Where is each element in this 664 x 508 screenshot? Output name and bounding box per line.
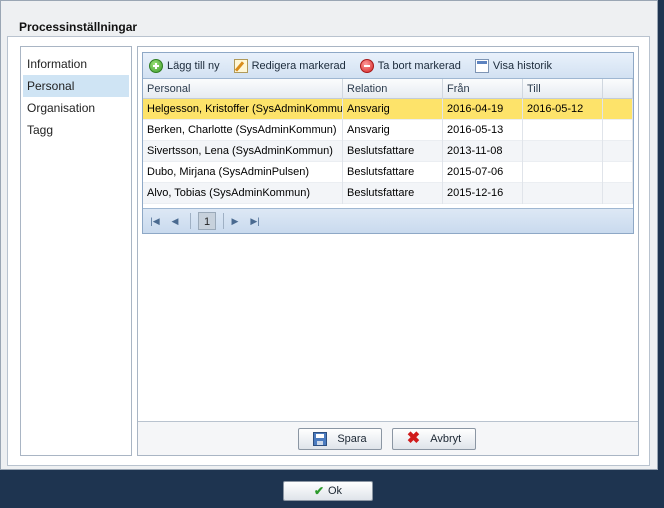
table-header: Personal Relation Från Till — [143, 79, 633, 99]
personal-panel: Lägg till ny Redigera markerad Ta bort m… — [137, 46, 639, 456]
cell-fran: 2016-04-19 — [443, 99, 523, 120]
save-button[interactable]: Spara — [298, 428, 382, 450]
nav-item-information[interactable]: Information — [23, 53, 129, 75]
cell-spacer — [603, 120, 633, 141]
cell-relation: Ansvarig — [343, 120, 443, 141]
cell-personal: Alvo, Tobias (SysAdminKommun) — [143, 183, 343, 204]
ok-label: Ok — [328, 485, 343, 497]
nav-item-organisation[interactable]: Organisation — [23, 97, 129, 119]
cell-relation: Beslutsfattare — [343, 183, 443, 204]
column-header-relation[interactable]: Relation — [343, 79, 443, 99]
save-label: Spara — [337, 433, 367, 445]
cell-personal: Helgesson, Kristoffer (SysAdminKommun) — [143, 99, 343, 120]
current-page-number[interactable]: 1 — [198, 212, 216, 230]
cell-personal: Sivertsson, Lena (SysAdminKommun) — [143, 141, 343, 162]
add-new-button[interactable]: Lägg till ny — [149, 58, 220, 73]
dialog-window: Processinställningar Information Persona… — [0, 0, 658, 470]
cell-fran: 2015-07-06 — [443, 162, 523, 183]
cell-till — [523, 141, 603, 162]
pager-divider — [223, 213, 224, 229]
delete-selected-button[interactable]: Ta bort markerad — [359, 58, 461, 73]
cell-till — [523, 120, 603, 141]
nav-item-personal[interactable]: Personal — [23, 75, 129, 97]
delete-icon — [359, 58, 374, 73]
save-icon — [313, 432, 328, 446]
cell-till — [523, 162, 603, 183]
dialog-body: Information Personal Organisation Tagg L… — [7, 36, 650, 466]
pager-divider — [190, 213, 191, 229]
add-new-label: Lägg till ny — [167, 59, 220, 72]
cell-personal: Berken, Charlotte (SysAdminKommun) — [143, 120, 343, 141]
check-icon: ✔ — [313, 484, 324, 498]
delete-selected-label: Ta bort markerad — [377, 59, 461, 72]
cell-spacer — [603, 99, 633, 120]
next-page-icon[interactable]: ▶ — [227, 213, 243, 229]
personal-grid: Lägg till ny Redigera markerad Ta bort m… — [142, 52, 634, 234]
nav-item-tagg[interactable]: Tagg — [23, 119, 129, 141]
show-history-button[interactable]: Visa historik — [474, 58, 553, 73]
column-header-fran[interactable]: Från — [443, 79, 523, 99]
add-icon — [149, 58, 163, 73]
cancel-label: Avbryt — [430, 433, 462, 445]
column-header-personal[interactable]: Personal — [143, 79, 343, 99]
cell-relation: Beslutsfattare — [343, 162, 443, 183]
dialog-title: Processinställningar — [19, 20, 138, 34]
history-icon — [474, 58, 489, 73]
cell-fran: 2013-11-08 — [443, 141, 523, 162]
window-edge — [658, 0, 664, 508]
cell-relation: Ansvarig — [343, 99, 443, 120]
cell-spacer — [603, 183, 633, 204]
cancel-button[interactable]: ✖ Avbryt — [392, 428, 476, 450]
panel-footer: Spara ✖ Avbryt — [138, 421, 638, 455]
column-header-till[interactable]: Till — [523, 79, 603, 99]
settings-nav: Information Personal Organisation Tagg — [20, 46, 132, 456]
cell-relation: Beslutsfattare — [343, 141, 443, 162]
ok-button[interactable]: ✔ Ok — [283, 481, 373, 501]
cell-till: 2016-05-12 — [523, 99, 603, 120]
cell-till — [523, 183, 603, 204]
edit-selected-button[interactable]: Redigera markerad — [233, 58, 346, 73]
grid-pager: |◀ ◀ 1 ▶ ▶| — [143, 208, 633, 233]
cell-fran: 2015-12-16 — [443, 183, 523, 204]
table-row[interactable]: Dubo, Mirjana (SysAdminPulsen) Beslutsfa… — [143, 162, 633, 183]
column-header-spacer — [603, 79, 633, 99]
cell-spacer — [603, 162, 633, 183]
cell-fran: 2016-05-13 — [443, 120, 523, 141]
grid-toolbar: Lägg till ny Redigera markerad Ta bort m… — [143, 53, 633, 79]
edit-icon — [233, 58, 248, 73]
edit-selected-label: Redigera markerad — [251, 59, 346, 72]
previous-page-icon[interactable]: ◀ — [167, 213, 183, 229]
first-page-icon[interactable]: |◀ — [147, 213, 163, 229]
cancel-icon: ✖ — [406, 430, 421, 447]
cell-personal: Dubo, Mirjana (SysAdminPulsen) — [143, 162, 343, 183]
table-row[interactable]: Berken, Charlotte (SysAdminKommun) Ansva… — [143, 120, 633, 141]
show-history-label: Visa historik — [492, 59, 553, 72]
table-row[interactable]: Sivertsson, Lena (SysAdminKommun) Beslut… — [143, 141, 633, 162]
table-row[interactable]: Helgesson, Kristoffer (SysAdminKommun) A… — [143, 99, 633, 120]
cell-spacer — [603, 141, 633, 162]
last-page-icon[interactable]: ▶| — [247, 213, 263, 229]
table-row[interactable]: Alvo, Tobias (SysAdminKommun) Beslutsfat… — [143, 183, 633, 204]
